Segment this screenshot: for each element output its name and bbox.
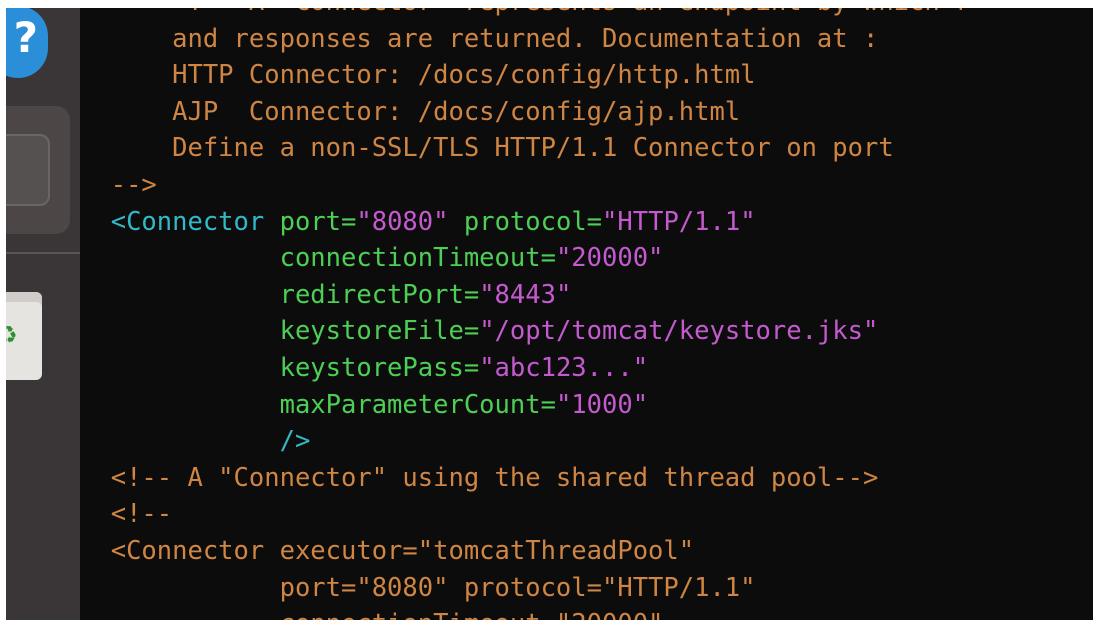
code-token-attr: redirectPort= xyxy=(279,279,480,310)
code-token-comment: <!-- xyxy=(110,499,173,530)
code-line: keystorePass="abc123..." xyxy=(80,350,970,387)
screen-edge-bottom xyxy=(0,620,1093,630)
code-line: --> xyxy=(80,167,970,204)
screen-edge-top xyxy=(0,0,1093,8)
code-token-comment: <!-- A "Connector" using the shared thre… xyxy=(110,462,879,493)
code-line: and responses are returned. Documentatio… xyxy=(80,21,970,58)
code-token-comment: AJP Connector: /docs/config/ajp.html xyxy=(172,96,741,127)
trash-icon[interactable]: ♻ xyxy=(0,292,42,380)
code-token-comment: <Connector executor="tomcatThreadPool" xyxy=(110,535,695,566)
code-line: port="8080" protocol="HTTP/1.1" xyxy=(80,570,970,607)
code-line: <!-- A "Connector" using the shared thre… xyxy=(80,460,970,497)
code-token-val: "abc123..." xyxy=(479,352,649,383)
code-line: <Connector port="8080" protocol="HTTP/1.… xyxy=(80,204,970,241)
code-line: Define a non-SSL/TLS HTTP/1.1 Connector … xyxy=(80,130,970,167)
app-icon[interactable] xyxy=(0,134,50,206)
code-line: connectionTimeout="20000" xyxy=(80,240,970,277)
code-token-val: "20000" xyxy=(555,243,664,274)
code-token-comment: --> xyxy=(110,169,157,200)
code-token-comment: port="8080" protocol="HTTP/1.1" xyxy=(279,572,756,603)
code-line: <Connector executor="tomcatThreadPool" xyxy=(80,533,970,570)
code-line: AJP Connector: /docs/config/ajp.html xyxy=(80,94,970,131)
code-line: /> xyxy=(80,423,970,460)
code-token-val: "/opt/tomcat/keystore.jks" xyxy=(479,316,879,347)
help-icon[interactable]: ? xyxy=(0,6,48,78)
terminal-window[interactable]: <!-- A "Connector" represents an endpoin… xyxy=(80,0,1093,630)
code-token-val: "1000" xyxy=(555,389,649,420)
code-token-val: "HTTP/1.1" xyxy=(602,206,756,237)
code-token-attr: connectionTimeout= xyxy=(279,243,556,274)
code-token-comment: HTTP Connector: /docs/config/http.html xyxy=(172,60,756,91)
code-line: HTTP Connector: /docs/config/http.html xyxy=(80,57,970,94)
help-glyph: ? xyxy=(13,13,38,62)
code-token-tag: /> xyxy=(279,426,311,457)
code-token-comment: and responses are returned. Documentatio… xyxy=(172,23,879,54)
code-token-punct xyxy=(449,207,464,237)
code-token-attr: keystoreFile= xyxy=(279,316,480,347)
code-token-val: "8443" xyxy=(479,279,572,310)
code-line: keystoreFile="/opt/tomcat/keystore.jks" xyxy=(80,313,970,350)
screen: ? ♻ <!-- A "Connector" represents an end… xyxy=(0,0,1093,630)
terminal-text: <!-- A "Connector" represents an endpoin… xyxy=(80,0,971,630)
code-line: <!-- xyxy=(80,496,970,533)
screen-edge-left xyxy=(0,0,6,630)
code-token-attr: maxParameterCount= xyxy=(279,389,556,420)
code-line: redirectPort="8443" xyxy=(80,277,970,314)
code-token-attr: protocol= xyxy=(463,206,603,237)
dock-divider xyxy=(0,252,80,254)
code-line: maxParameterCount="1000" xyxy=(80,387,970,424)
code-token-val: "8080" xyxy=(356,206,449,237)
code-token-attr: port= xyxy=(279,206,357,237)
launcher-dock: ? ♻ xyxy=(0,0,80,630)
code-token-attr: keystorePass= xyxy=(279,352,480,383)
code-token-tag: <Connector xyxy=(110,206,280,237)
code-token-comment: Define a non-SSL/TLS HTTP/1.1 Connector … xyxy=(172,133,894,164)
